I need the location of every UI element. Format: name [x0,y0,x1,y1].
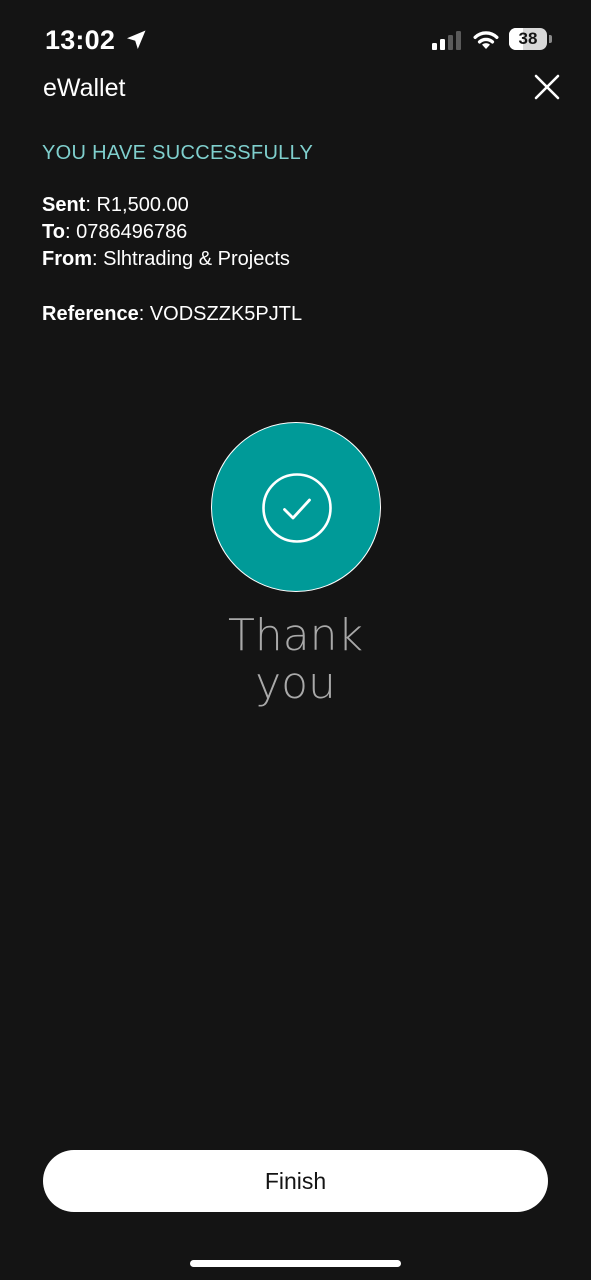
reference-value: VODSZZK5PJTL [149,303,303,325]
to-value: 0786496786 [76,221,188,243]
to-label: To [42,221,65,243]
thank-you-message: Thank you [0,612,591,708]
close-icon [534,74,560,100]
battery-body: 38 [509,28,547,50]
to-row: To: 0786496786 [42,221,188,243]
battery-cap [549,35,552,43]
status-time: 13:02 [45,25,116,55]
thank-you-line-2: you [255,658,336,709]
close-button[interactable] [530,70,564,104]
from-row: From: Slhtrading & Projects [42,248,290,270]
success-badge [211,422,381,592]
sent-value: R1,500.00 [96,194,189,216]
success-heading: YOU HAVE SUCCESSFULLY [42,142,314,164]
signal-icon [432,31,461,50]
battery-icon: 38 [509,28,553,50]
check-circle-icon [262,473,332,543]
sent-label: Sent [42,194,86,216]
from-value: Slhtrading & Projects [103,248,290,270]
reference-row: Reference: VODSZZK5PJTL [42,303,303,325]
wifi-icon [473,31,499,49]
finish-button[interactable]: Finish [43,1150,548,1212]
thank-you-line-1: Thank [227,610,364,661]
sent-row: Sent: R1,500.00 [42,194,189,216]
battery-percent: 38 [518,29,538,48]
from-label: From [42,248,92,270]
home-indicator [190,1260,401,1267]
reference-label: Reference [42,303,139,325]
location-arrow-icon [127,30,146,49]
status-bar: 13:02 38 [0,0,591,80]
page-title: eWallet [43,74,126,102]
